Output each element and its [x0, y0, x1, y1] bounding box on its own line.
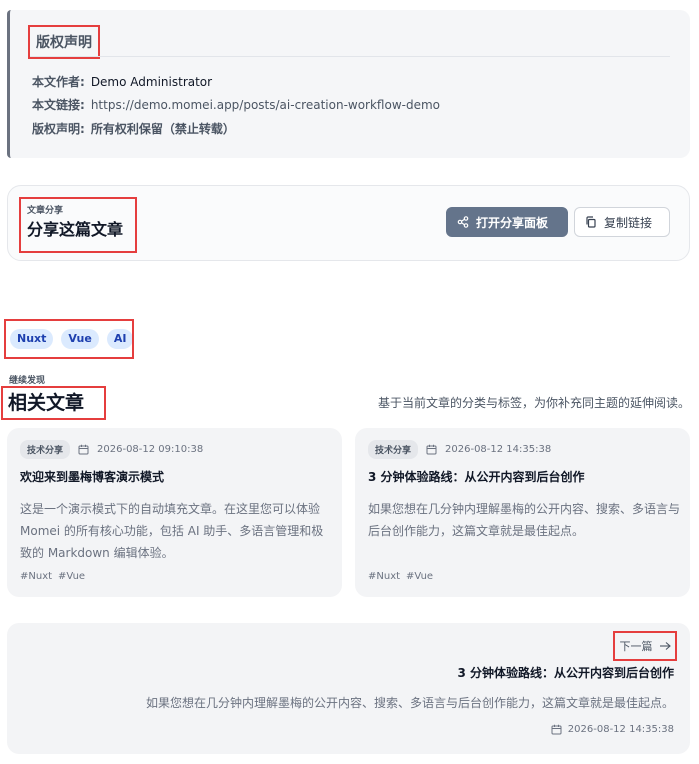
post-link[interactable]: https://demo.momei.app/posts/ai-creation…: [91, 98, 440, 112]
card-excerpt: 如果您想在几分钟内理解墨梅的公开内容、搜索、多语言与后台创作能力，这篇文章就是最…: [368, 502, 681, 538]
calendar-icon: [78, 444, 89, 455]
tag-vue[interactable]: Vue: [61, 329, 99, 349]
card-title[interactable]: 欢迎来到墨梅博客演示模式: [20, 468, 164, 485]
open-share-panel-label: 打开分享面板: [476, 215, 549, 230]
next-post-title[interactable]: 3 分钟体验路线：从公开内容到后台创作: [457, 664, 674, 681]
copyright-link-row: 本文链接: https://demo.momei.app/posts/ai-cre…: [32, 96, 440, 113]
copy-link-label: 复制链接: [604, 215, 653, 230]
tag-nuxt[interactable]: Nuxt: [10, 329, 54, 349]
card-meta: 技术分享 2026-08-12 14:35:38: [368, 440, 551, 459]
arrow-right-icon: [659, 641, 671, 651]
category-badge: 技术分享: [368, 440, 419, 459]
calendar-icon: [426, 444, 437, 455]
card-tag[interactable]: #Nuxt: [368, 571, 400, 582]
card-title[interactable]: 3 分钟体验路线：从公开内容到后台创作: [368, 468, 585, 485]
next-post-date: 2026-08-12 14:35:38: [567, 724, 674, 735]
next-post-label-text: 下一篇: [619, 640, 653, 653]
related-title: 相关文章: [1, 386, 106, 420]
card-tag[interactable]: #Vue: [406, 571, 433, 582]
copyright-author-row: 本文作者: Demo Administrator: [32, 73, 212, 90]
card-tags: #Nuxt #Vue: [368, 571, 433, 582]
next-post-meta: 2026-08-12 14:35:38: [551, 724, 674, 735]
share-title: 分享这篇文章: [27, 220, 124, 239]
card-tag[interactable]: #Nuxt: [20, 571, 52, 582]
card-date: 2026-08-12 09:10:38: [97, 444, 204, 455]
license-label: 版权声明:: [32, 122, 85, 136]
share-heading: 文章分享 分享这篇文章: [19, 197, 137, 253]
copyright-section: 版权声明 本文作者: Demo Administrator 本文链接: https:…: [7, 10, 690, 158]
card-tag[interactable]: #Vue: [58, 571, 85, 582]
related-description: 基于当前文章的分类与标签，为你补充同主题的延伸阅读。: [377, 396, 690, 410]
related-eyebrow: 继续发现: [9, 376, 46, 386]
copyright-divider: [30, 56, 670, 57]
link-label: 本文链接:: [32, 98, 85, 112]
card-date: 2026-08-12 14:35:38: [445, 444, 552, 455]
open-share-panel-button[interactable]: 打开分享面板: [446, 207, 568, 237]
share-eyebrow: 文章分享: [27, 206, 64, 216]
share-section: 文章分享 分享这篇文章 打开分享面板 复制链接: [7, 185, 690, 261]
copyright-license-row: 版权声明: 所有权利保留（禁止转载）: [32, 120, 235, 137]
author-value: Demo Administrator: [90, 75, 213, 89]
tag-ai[interactable]: AI: [106, 329, 134, 349]
copy-icon: [585, 216, 597, 228]
card-tags: #Nuxt #Vue: [20, 571, 85, 582]
copyright-title: 版权声明: [28, 25, 100, 59]
next-post-label[interactable]: 下一篇: [613, 631, 677, 661]
card-excerpt: 这是一个演示模式下的自动填充文章。在这里您可以体验 Momei 的所有核心功能，…: [20, 502, 324, 560]
copy-link-button[interactable]: 复制链接: [574, 207, 670, 237]
next-post-card[interactable]: 下一篇 3 分钟体验路线：从公开内容到后台创作 如果您想在几分钟内理解墨梅的公开…: [7, 623, 690, 754]
related-card[interactable]: 技术分享 2026-08-12 09:10:38 欢迎来到墨梅博客演示模式 这是…: [7, 428, 342, 597]
related-card[interactable]: 技术分享 2026-08-12 14:35:38 3 分钟体验路线：从公开内容到…: [355, 428, 690, 597]
share-icon: [457, 216, 469, 228]
calendar-icon: [551, 724, 562, 735]
next-post-excerpt: 如果您想在几分钟内理解墨梅的公开内容、搜索、多语言与后台创作能力，这篇文章就是最…: [145, 696, 674, 710]
post-tags: Nuxt Vue AI: [4, 319, 134, 359]
card-meta: 技术分享 2026-08-12 09:10:38: [20, 440, 203, 459]
license-value: 所有权利保留（禁止转载）: [90, 122, 235, 136]
author-label: 本文作者:: [32, 75, 85, 89]
category-badge: 技术分享: [20, 440, 71, 459]
